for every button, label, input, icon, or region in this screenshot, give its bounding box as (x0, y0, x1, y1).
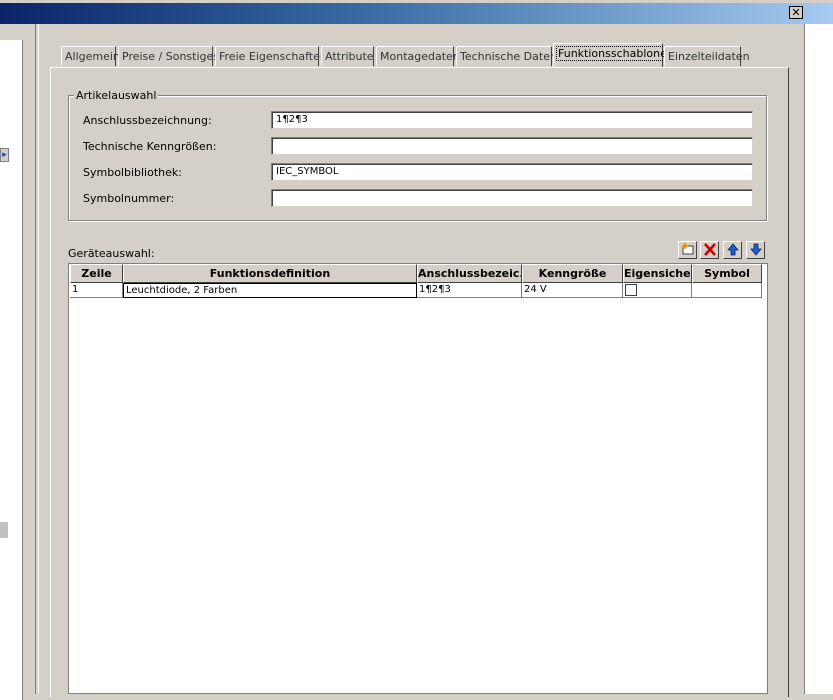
symbolnummer-label: Symbolnummer: (83, 192, 175, 205)
move-up-button[interactable] (723, 241, 742, 259)
eigensicher-checkbox[interactable] (625, 284, 637, 296)
symbolnummer-input[interactable] (271, 189, 753, 207)
titlebar-top-strip (0, 0, 833, 3)
splitter[interactable] (35, 24, 39, 694)
cell-zeile[interactable]: 1 (70, 283, 123, 298)
right-panel-border (804, 24, 805, 694)
tab-preise-sonstiges[interactable]: Preise / Sonstiges (118, 46, 219, 66)
column-header-zeile[interactable]: Zeile (70, 264, 123, 283)
tab-technische-daten[interactable]: Technische Daten (456, 46, 557, 66)
arrow-down-icon (749, 243, 762, 256)
technische-kenngroessen-input[interactable] (271, 137, 753, 155)
tab-allgemein[interactable]: Allgemein (61, 46, 120, 66)
left-panel-expand-icon[interactable]: ▸ (0, 148, 9, 162)
tab-montagedaten[interactable]: Montagedaten (376, 46, 460, 66)
tab-funktionsschablone[interactable]: Funktionsschablone (553, 43, 669, 67)
technische-kenngroessen-label: Technische Kenngrößen: (83, 140, 217, 153)
device-selection-grid[interactable]: Zeile Funktionsdefinition Anschlussbezei… (68, 263, 768, 694)
delete-row-button[interactable] (700, 241, 719, 259)
move-down-button[interactable] (746, 241, 765, 259)
anschlussbezeichnung-input[interactable]: 1¶2¶3 (271, 111, 753, 129)
tab-einzelteildaten[interactable]: Einzelteildaten (664, 46, 750, 66)
anschlussbezeichnung-label: Anschlussbezeichnung: (83, 114, 212, 127)
column-header-kenngroesse[interactable]: Kenngröße (522, 264, 623, 283)
new-row-icon (681, 243, 693, 255)
tab-attribute[interactable]: Attribute (321, 46, 374, 66)
tab-freie-eigenschaften[interactable]: Freie Eigenschaften (215, 46, 327, 66)
article-selection-title: Artikelauswahl (74, 89, 159, 102)
tab-funktionsschablone-label: Funktionsschablone (556, 46, 669, 61)
new-row-button[interactable] (678, 241, 697, 259)
cell-anschlussbezeichnung[interactable]: 1¶2¶3 (417, 283, 522, 298)
left-tree-panel[interactable] (0, 40, 23, 700)
close-button[interactable]: ✕ (789, 6, 803, 19)
column-header-funktionsdefinition[interactable]: Funktionsdefinition (123, 264, 417, 283)
symbolbibliothek-input[interactable]: IEC_SYMBOL (271, 163, 753, 181)
right-panel (804, 24, 833, 694)
left-panel-scroll-mark (0, 522, 8, 538)
cell-kenngroesse[interactable]: 24 V (522, 283, 623, 298)
delete-icon (703, 243, 716, 256)
cell-funktionsdefinition[interactable]: Leuchtdiode, 2 Farben (123, 283, 417, 298)
arrow-up-icon (726, 243, 739, 256)
column-header-eigensicher[interactable]: Eigensicher (623, 264, 692, 283)
column-header-anschlussbezeichnung[interactable]: Anschlussbezeic... (417, 264, 522, 283)
column-header-symbol[interactable]: Symbol (692, 264, 762, 283)
cell-eigensicher[interactable] (623, 283, 692, 298)
window-titlebar (0, 0, 833, 24)
cell-symbol[interactable] (692, 283, 762, 298)
symbolbibliothek-label: Symbolbibliothek: (83, 166, 182, 179)
device-selection-label: Geräteauswahl: (68, 247, 155, 260)
